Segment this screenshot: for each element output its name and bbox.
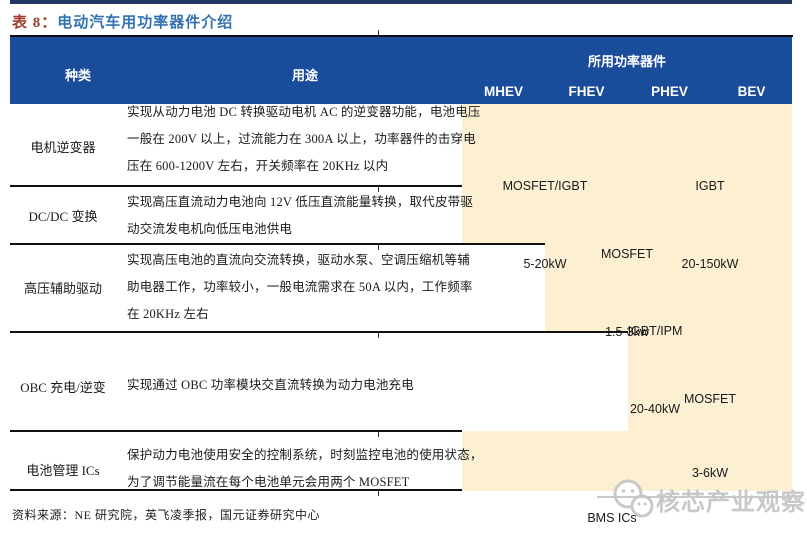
report-table-page: 表 8：电动汽车用功率器件介绍 种类 用途 所用功率器件 MHEV FHEV P… (0, 0, 807, 533)
table-title: 表 8：电动汽车用功率器件介绍 (12, 11, 233, 32)
table-title-prefix: 表 8： (12, 15, 57, 31)
source-note: 资料来源：NE 研究院，英飞凌季报，国元证券研究中心 (12, 506, 320, 523)
row-divider (10, 331, 628, 333)
watermark-text: 核芯产业观察 (656, 482, 806, 517)
header-mhev: MHEV (462, 84, 545, 99)
row-type-hv-aux: 高压辅助驱动 (10, 278, 116, 297)
column-tick (378, 333, 379, 338)
table-bottom-border (10, 489, 462, 491)
row-type-dcdc: DC/DC 变换 (10, 206, 116, 225)
row-use-obc: 实现通过 OBC 功率模块交直流转换为动力电池充电 (127, 372, 414, 399)
device-name: MOSFET (628, 387, 792, 412)
watermark-strikethrough (597, 496, 793, 498)
header-fhev: FHEV (545, 84, 628, 99)
header-bev: BEV (711, 84, 792, 99)
row-use-bms: 保护动力电池使用安全的控制系统，时刻监控电池的使用状态， 为了调节能量流在每个电… (127, 442, 483, 496)
header-col-use: 用途 (245, 65, 365, 84)
row-type-obc: OBC 充电/逆变 (10, 377, 116, 396)
row-divider (10, 243, 545, 245)
header-col-type: 种类 (30, 65, 126, 84)
table-header: 种类 用途 所用功率器件 MHEV FHEV PHEV BEV (10, 37, 792, 104)
row-use-dcdc: 实现高压直流动力电池向 12V 低压直流能量转换，取代皮带驱 动交流发电机向低压… (127, 189, 473, 243)
row-use-hv-aux: 实现高压电池的直流向交流转换，驱动水泵、空调压缩机等辅 助电器工作，功率较小，一… (127, 247, 473, 328)
table-title-text: 电动汽车用功率器件介绍 (57, 15, 233, 31)
watermark-logo-icon (605, 477, 659, 523)
row-divider (10, 430, 462, 432)
row-type-bms: 电池管理 ICs (10, 460, 116, 479)
row-type-motor-inverter: 电机逆变器 (10, 137, 116, 156)
top-rule (10, 0, 792, 4)
column-tick (378, 491, 379, 496)
header-phev: PHEV (628, 84, 711, 99)
column-tick (378, 432, 379, 437)
row-use-motor-inverter: 实现从动力电池 DC 转换驱动电机 AC 的逆变器功能，电池电压 一般在 200… (127, 99, 481, 180)
row-divider (10, 185, 462, 187)
column-tick (378, 30, 379, 35)
header-col-devices: 所用功率器件 (462, 51, 792, 70)
